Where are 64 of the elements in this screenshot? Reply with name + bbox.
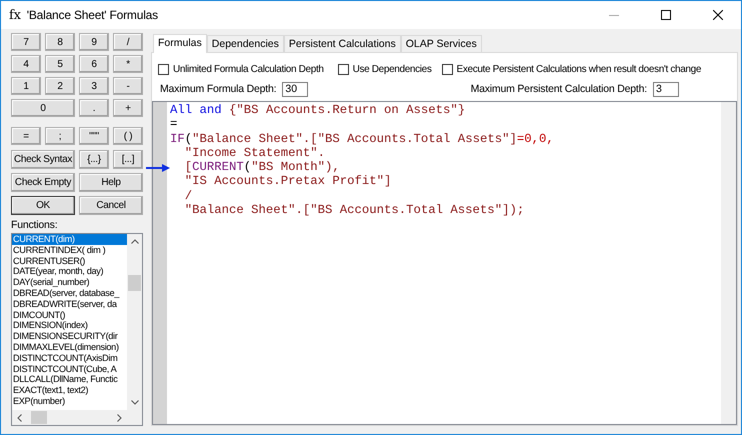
keypad-button[interactable]: +: [113, 99, 143, 117]
action-button[interactable]: {...}: [79, 150, 109, 169]
function-item[interactable]: CURRENTINDEX( dim ): [12, 244, 127, 256]
keypad-button[interactable]: /: [113, 33, 143, 51]
checkbox-label: Execute Persistent Calculations when result doesn't change: [456, 64, 702, 74]
input-field[interactable]: 30: [282, 82, 308, 96]
operator-button[interactable]: ;: [45, 127, 75, 145]
action-button[interactable]: Cancel: [79, 196, 143, 215]
app-icon: fx: [9, 8, 21, 22]
function-item[interactable]: DBREAD(server, database_: [12, 288, 127, 299]
input-field[interactable]: 3: [653, 82, 679, 96]
function-item[interactable]: DISTINCTCOUNT(Cube, A: [12, 364, 127, 374]
window-title: 'Balance Sheet' Formulas: [26, 8, 159, 22]
tab[interactable]: Formulas: [153, 34, 207, 53]
keypad-button[interactable]: 1: [11, 77, 41, 95]
field-label: Maximum Formula Depth:: [160, 83, 276, 95]
function-item[interactable]: DIMENSIONSECURITY(dir: [12, 331, 127, 342]
code-line: "Balance Sheet".["BS Accounts.Total Assets"]);: [184, 203, 524, 218]
action-button[interactable]: Check Empty: [11, 173, 75, 192]
function-item[interactable]: CURRENT(dim): [12, 234, 127, 245]
function-item[interactable]: DIMMAXLEVEL(dimension): [12, 342, 127, 353]
code-line: IF("Balance Sheet".["BS Accounts.Total Assets"]=0,0,: [170, 132, 554, 146]
keypad-button[interactable]: 3: [79, 77, 109, 95]
action-button[interactable]: Help: [79, 173, 143, 192]
function-item[interactable]: DIMCOUNT(): [12, 310, 127, 320]
keypad-button[interactable]: 2: [45, 77, 75, 95]
function-item[interactable]: DIMENSION(index): [12, 320, 127, 332]
operator-button[interactable]: =: [11, 127, 41, 145]
tab[interactable]: OLAP Services: [400, 35, 482, 52]
keypad-button[interactable]: -: [113, 77, 143, 95]
function-item[interactable]: EXACT(text1, text2): [12, 385, 127, 396]
tab[interactable]: Persistent Calculations: [284, 35, 401, 52]
function-item[interactable]: DLLCALL(DllName, Functic: [12, 374, 127, 386]
code-line: "Income Statement".: [184, 146, 325, 160]
code-line: =: [170, 117, 178, 132]
action-button[interactable]: Check Syntax: [11, 150, 75, 169]
code-line: [CURRENT("BS Month"),: [184, 160, 340, 174]
checkbox-label: Unlimited Formula Calculation Depth: [173, 64, 324, 74]
function-item[interactable]: DAY(serial_number): [12, 277, 127, 288]
keypad-button[interactable]: .: [79, 99, 109, 117]
code-line: /: [184, 188, 192, 203]
code-line: "IS Accounts.Pretax Profit"]: [184, 174, 392, 188]
function-item[interactable]: DISTINCTCOUNT(AxisDim: [12, 352, 127, 364]
tab[interactable]: Dependencies: [206, 35, 284, 52]
keypad-button[interactable]: 0: [11, 99, 75, 117]
function-item[interactable]: CURRENTUSER(): [12, 256, 127, 266]
operator-button[interactable]: ( ): [113, 127, 143, 145]
action-button[interactable]: OK: [11, 196, 75, 215]
code-line: All and {"BS Accounts.Return on Assets"}: [170, 103, 466, 117]
function-item[interactable]: DBREADWRITE(server, da: [12, 298, 127, 310]
keypad-button[interactable]: 9: [79, 33, 109, 51]
functions-label: Functions:: [11, 219, 58, 231]
keypad-button[interactable]: 5: [45, 55, 75, 73]
keypad-button[interactable]: 4: [11, 55, 41, 73]
operator-button[interactable]: """: [79, 127, 109, 145]
checkbox-label: Use Dependencies: [352, 64, 432, 74]
keypad-button[interactable]: 6: [79, 55, 109, 73]
field-label: Maximum Persistent Calculation Depth:: [470, 83, 647, 95]
keypad-button[interactable]: 7: [11, 33, 41, 51]
action-button[interactable]: [...]: [113, 150, 143, 169]
keypad-button[interactable]: *: [113, 55, 143, 73]
keypad-button[interactable]: 8: [45, 33, 75, 51]
function-item[interactable]: DATE(year, month, day): [12, 266, 127, 278]
function-item[interactable]: EXP(number): [12, 396, 127, 407]
